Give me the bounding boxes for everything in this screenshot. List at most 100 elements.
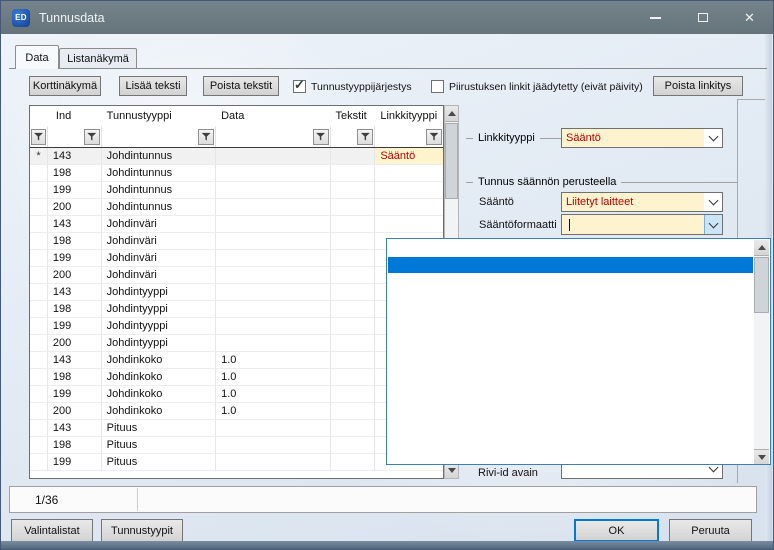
dropdown-item[interactable]: <pinA>/<devA>-<pinZ>/<devZ>( esim. 2/H8-… — [388, 321, 753, 337]
scrollbar-thumb[interactable] — [754, 257, 769, 313]
table-row[interactable]: 198 Johdintunnus — [30, 165, 443, 182]
cell-data[interactable]: 1.0 — [216, 352, 330, 368]
filter-button[interactable] — [31, 129, 46, 145]
dropdown-item[interactable] — [388, 241, 753, 257]
cell-tekstit[interactable] — [331, 420, 376, 436]
cell-data[interactable] — [216, 148, 330, 164]
table-row[interactable]: 200 Johdintyyppi — [30, 335, 443, 352]
cell-tunnustyyppi[interactable]: Johdintyyppi — [102, 318, 216, 334]
filter-button-tunnustyyppi[interactable] — [198, 129, 214, 145]
cell-ind[interactable]: 198 — [48, 165, 102, 181]
rule-combobox[interactable]: Liitetyt laitteet — [561, 192, 723, 212]
cell-ind[interactable]: 199 — [48, 318, 102, 334]
frozen-links-checkbox[interactable] — [431, 80, 444, 93]
rule-format-combobox[interactable] — [561, 214, 723, 235]
dropdown-item[interactable]: <pinA><devA>-<pinZ><devZ>( esim. 2H8-3X1… — [388, 337, 753, 353]
combo-dropdown-button-active[interactable] — [704, 215, 722, 234]
cell-tekstit[interactable] — [331, 233, 376, 249]
cell-tunnustyyppi[interactable]: Johdintunnus — [102, 199, 216, 215]
dropdown-item[interactable]: <cavA> = laitteen <devA> kytkentätunnus — [388, 433, 753, 449]
dropdown-item[interactable]: <devA>/<pinA>-<devZ>/<pinZ>( esim. H8/2-… — [388, 273, 753, 289]
filter-button-tekstit[interactable] — [357, 129, 373, 145]
column-header-tekstit[interactable]: Tekstit — [331, 106, 376, 126]
cell-data[interactable] — [216, 216, 330, 232]
table-row[interactable]: 143 Pituus — [30, 420, 443, 437]
cell-tunnustyyppi[interactable]: Johdintunnus — [102, 165, 216, 181]
cell-data[interactable] — [216, 335, 330, 351]
cell-tekstit[interactable] — [331, 386, 376, 402]
cell-tekstit[interactable] — [331, 165, 376, 181]
cell-ind[interactable]: 198 — [48, 233, 102, 249]
table-row[interactable]: 198 Johdintyyppi — [30, 301, 443, 318]
cell-tekstit[interactable] — [331, 267, 376, 283]
scroll-up-button[interactable] — [754, 240, 769, 256]
maximize-button[interactable] — [679, 1, 726, 34]
cell-tunnustyyppi[interactable]: Johdintyyppi — [102, 335, 216, 351]
cell-tekstit[interactable] — [331, 352, 376, 368]
table-row[interactable]: 199 Johdinkoko 1.0 — [30, 386, 443, 403]
cell-ind[interactable]: 198 — [48, 369, 102, 385]
dropdown-item[interactable]: <pinA> = laitteen <devA> kosketintunnus — [388, 401, 753, 417]
cell-tekstit[interactable] — [331, 335, 376, 351]
id-types-button[interactable]: Tunnustyypit — [101, 519, 183, 542]
dropdown-item[interactable]: <devA>:<pinA>-<devZ>:<pinZ>( esim. H8:2-… — [388, 257, 753, 273]
cell-tunnustyyppi[interactable]: Johdinkoko — [102, 352, 216, 368]
dropdown-item[interactable]: <devA> = aakkosnumeerisesti ensimmäinen — [388, 369, 753, 385]
cell-tunnustyyppi[interactable]: Johdintunnus — [102, 148, 216, 164]
cell-data[interactable]: 1.0 — [216, 386, 330, 402]
cell-linkkityyppi[interactable] — [375, 182, 443, 198]
column-header-tunnustyyppi[interactable]: Tunnustyyppi — [102, 106, 216, 126]
dropdown-item[interactable]: <devA><pinA>-<devZ><pinZ>( esim. H82-X15… — [388, 289, 753, 305]
table-row[interactable]: 143 Johdinväri — [30, 216, 443, 233]
combo-dropdown-button[interactable] — [704, 129, 722, 147]
value-lists-button[interactable]: Valintalistat — [11, 519, 93, 542]
cell-tekstit[interactable] — [331, 454, 376, 470]
table-row[interactable]: 199 Johdintunnus — [30, 182, 443, 199]
tab-data[interactable]: Data — [15, 45, 59, 69]
dropdown-item[interactable]: <pinZ> = laitteen <devZ> kosketintunnus — [388, 417, 753, 433]
dropdown-item[interactable]: ------- — [388, 353, 753, 369]
remove-texts-button[interactable]: Poista tekstit — [203, 76, 279, 96]
ok-button[interactable]: OK — [574, 519, 659, 542]
filter-button-data[interactable] — [313, 129, 329, 145]
cell-tekstit[interactable] — [331, 250, 376, 266]
card-view-button[interactable]: Korttinäkymä — [29, 76, 101, 96]
cancel-button[interactable]: Peruuta — [669, 519, 752, 542]
cell-data[interactable] — [216, 165, 330, 181]
order-checkbox[interactable]: ✓ — [293, 80, 306, 93]
cell-tunnustyyppi[interactable]: Pituus — [102, 420, 216, 436]
cell-ind[interactable]: 143 — [48, 352, 102, 368]
cell-tekstit[interactable] — [331, 301, 376, 317]
cell-tunnustyyppi[interactable]: Johdinväri — [102, 250, 216, 266]
cell-tunnustyyppi[interactable]: Johdinväri — [102, 233, 216, 249]
cell-linkkityyppi[interactable]: Sääntö — [375, 148, 443, 164]
cell-ind[interactable]: 200 — [48, 403, 102, 419]
table-row[interactable]: 143 Johdintyyppi — [30, 284, 443, 301]
filter-button-ind[interactable] — [84, 129, 100, 145]
cell-ind[interactable]: 200 — [48, 267, 102, 283]
cell-data[interactable] — [216, 420, 330, 436]
cell-ind[interactable]: 143 — [48, 420, 102, 436]
filter-button-linkkityyppi[interactable] — [426, 129, 442, 145]
add-text-button[interactable]: Lisää teksti — [119, 76, 187, 96]
cell-tunnustyyppi[interactable]: Johdinväri — [102, 216, 216, 232]
cell-tunnustyyppi[interactable]: Johdinkoko — [102, 403, 216, 419]
cell-linkkityyppi[interactable] — [375, 216, 443, 232]
cell-data[interactable] — [216, 437, 330, 453]
table-row[interactable]: 200 Johdinkoko 1.0 — [30, 403, 443, 420]
cell-data[interactable] — [216, 267, 330, 283]
cell-tekstit[interactable] — [331, 148, 376, 164]
table-row[interactable]: 199 Johdinväri — [30, 250, 443, 267]
cell-data[interactable]: 1.0 — [216, 403, 330, 419]
cell-data[interactable]: 1.0 — [216, 369, 330, 385]
cell-tunnustyyppi[interactable]: Johdinväri — [102, 267, 216, 283]
cell-linkkityyppi[interactable] — [375, 165, 443, 181]
cell-tunnustyyppi[interactable]: Johdinkoko — [102, 386, 216, 402]
column-header-ind[interactable]: Ind — [48, 106, 102, 126]
table-row[interactable]: 200 Johdinväri — [30, 267, 443, 284]
cell-data[interactable] — [216, 199, 330, 215]
cell-tunnustyyppi[interactable]: Johdinkoko — [102, 369, 216, 385]
dropdown-scrollbar[interactable] — [754, 240, 769, 465]
scroll-up-button[interactable] — [445, 106, 458, 122]
cell-ind[interactable]: 199 — [48, 454, 102, 470]
